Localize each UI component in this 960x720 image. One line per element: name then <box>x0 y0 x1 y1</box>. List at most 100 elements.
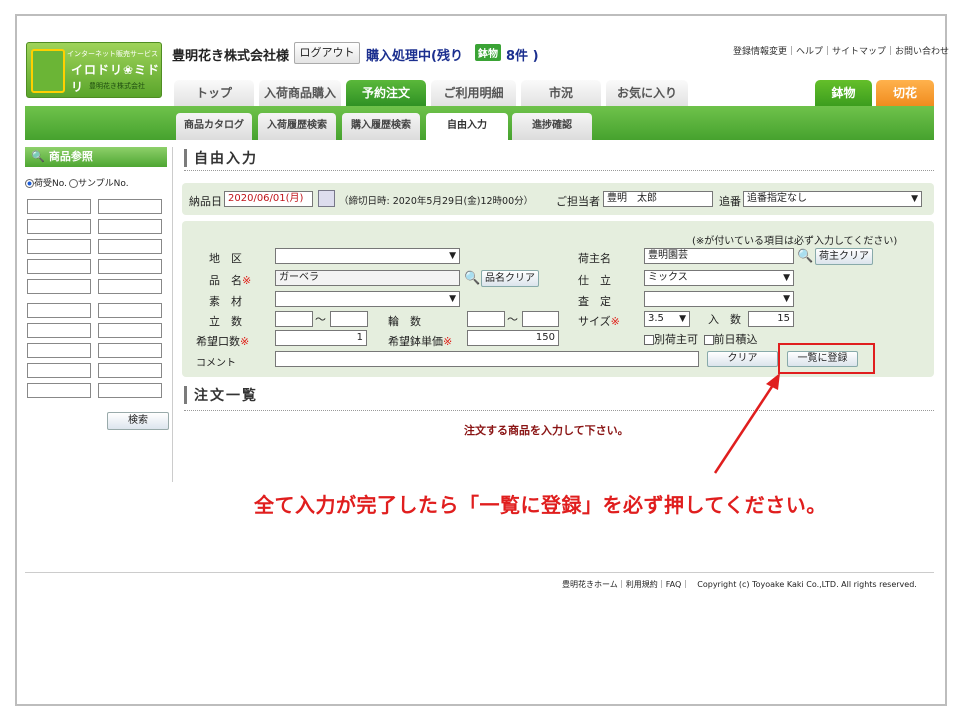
tab-cut-flowers[interactable]: 切花 <box>876 80 934 106</box>
lookup-input[interactable] <box>98 219 162 234</box>
title-divider <box>184 170 934 172</box>
desired-units-input[interactable]: 1 <box>275 330 367 346</box>
product-name-input[interactable]: ガーベラ <box>275 270 460 286</box>
cart-badge: 鉢物 <box>475 44 501 61</box>
stem-count-label: 立 数 <box>209 315 242 328</box>
staff-input[interactable]: 豊明 太郎 <box>603 191 713 207</box>
oiban-select[interactable]: 追番指定なし ▼ <box>743 191 922 207</box>
lookup-input[interactable] <box>98 199 162 214</box>
logout-button[interactable]: ログアウト <box>294 42 360 64</box>
lookup-input[interactable] <box>98 239 162 254</box>
sidebar-divider <box>172 147 173 482</box>
desired-units-label: 希望口数※ <box>196 333 249 349</box>
search-icon: 🔍 <box>31 150 45 163</box>
desired-units-text: 希望口数 <box>196 335 240 348</box>
chevron-down-icon: ▼ <box>449 251 456 261</box>
radio-sample-no[interactable] <box>68 179 78 188</box>
lookup-input[interactable] <box>27 239 91 254</box>
other-shipper-checkbox[interactable] <box>644 335 654 345</box>
lookup-input[interactable] <box>98 259 162 274</box>
material-select[interactable]: ▼ <box>275 291 460 307</box>
finish-select[interactable]: ミックス ▼ <box>644 270 794 286</box>
delivery-label: 納品日 <box>189 195 222 208</box>
bloom-count-min[interactable] <box>467 311 505 327</box>
quantity-input[interactable]: 15 <box>748 311 794 327</box>
material-label: 素 材 <box>209 295 242 308</box>
area-select[interactable]: ▼ <box>275 248 460 264</box>
shipper-input[interactable]: 豊明園芸 <box>644 248 794 264</box>
clear-button[interactable]: クリア <box>707 351 778 367</box>
product-search-icon[interactable]: 🔍 <box>464 271 480 286</box>
lookup-input[interactable] <box>98 363 162 378</box>
stem-count-max[interactable] <box>330 311 368 327</box>
lookup-input[interactable] <box>27 343 91 358</box>
radio-sample-label: サンプルNo. <box>77 179 129 189</box>
annotation-text: 全て入力が完了したら「一覧に登録」を必ず押してください。 <box>254 493 827 517</box>
lookup-input[interactable] <box>27 279 91 294</box>
delivery-date-input[interactable]: 2020/06/01(月) <box>224 191 313 207</box>
chevron-down-icon: ▼ <box>783 294 790 304</box>
product-lookup-header: 🔍 商品参照 <box>25 147 167 167</box>
radio-receipt-label: 荷受No. <box>34 179 67 189</box>
subtab-progress[interactable]: 進捗確認 <box>512 113 592 140</box>
tab-reservation[interactable]: 予約注文 <box>346 80 426 106</box>
desired-price-text: 希望鉢単価 <box>388 335 443 348</box>
tab-potted[interactable]: 鉢物 <box>815 80 872 106</box>
logo-tagline: インターネット販売サービス <box>67 50 158 58</box>
lookup-search-button[interactable]: 検索 <box>107 412 169 430</box>
lookup-input[interactable] <box>27 383 91 398</box>
size-select[interactable]: 3.5 ▼ <box>644 311 690 327</box>
cutoff-text: （締切日時: 2020年5月29日(金)12時00分） <box>339 196 534 207</box>
subtab-arrival-history[interactable]: 入荷履歴検索 <box>258 113 336 140</box>
lookup-input[interactable] <box>27 303 91 318</box>
tab-arrival[interactable]: 入荷商品購入 <box>259 80 341 106</box>
lookup-input[interactable] <box>27 363 91 378</box>
product-clear-button[interactable]: 品名クリア <box>481 270 539 287</box>
radio-receipt-no[interactable] <box>25 179 34 188</box>
product-name-text: 品 名 <box>209 274 242 287</box>
finish-value: ミックス <box>648 272 688 283</box>
comment-input[interactable] <box>275 351 699 367</box>
grade-label: 査 定 <box>578 295 611 308</box>
footer-links[interactable]: 豊明花きホーム｜利用規約｜FAQ｜ Copyright (c) Toyoake … <box>562 579 917 590</box>
shipper-clear-button[interactable]: 荷主クリア <box>815 248 873 265</box>
lookup-input[interactable] <box>27 259 91 274</box>
lookup-input[interactable] <box>27 199 91 214</box>
tab-market[interactable]: 市況 <box>521 80 601 106</box>
list-section-marker <box>184 386 187 404</box>
grade-select[interactable]: ▼ <box>644 291 794 307</box>
lookup-input[interactable] <box>98 323 162 338</box>
lookup-input[interactable] <box>98 303 162 318</box>
lookup-input[interactable] <box>98 383 162 398</box>
cart-count[interactable]: 8件 ) <box>506 45 539 64</box>
finish-label: 仕 立 <box>578 274 611 287</box>
subtab-purchase-history[interactable]: 購入履歴検索 <box>342 113 420 140</box>
subtab-free-input[interactable]: 自由入力 <box>426 113 508 140</box>
logo-flower-icon <box>31 49 65 93</box>
site-logo[interactable]: インターネット販売サービス イロドリ❀ミドリ 豊明花き株式会社 <box>26 42 162 98</box>
oiban-value: 追番指定なし <box>747 193 807 204</box>
desired-price-input[interactable]: 150 <box>467 330 559 346</box>
size-value: 3.5 <box>648 313 664 324</box>
lookup-input[interactable] <box>27 219 91 234</box>
list-divider <box>184 410 934 412</box>
stem-count-min[interactable] <box>275 311 313 327</box>
bloom-count-max[interactable] <box>522 311 559 327</box>
order-list-title: 注文一覧 <box>194 388 258 404</box>
shipper-search-icon[interactable]: 🔍 <box>797 249 813 264</box>
required-mark: ※ <box>443 335 453 348</box>
subtab-catalog[interactable]: 商品カタログ <box>176 113 252 140</box>
tab-usage[interactable]: ご利用明細 <box>431 80 516 106</box>
calendar-icon[interactable] <box>318 190 335 207</box>
lookup-input[interactable] <box>98 343 162 358</box>
highlight-box <box>778 343 875 374</box>
previous-day-checkbox[interactable] <box>703 335 714 345</box>
oiban-label: 追番 <box>719 195 741 208</box>
cart-status: 購入処理中(残り <box>366 49 463 64</box>
logo-company: 豊明花き株式会社 <box>89 82 145 90</box>
lookup-input[interactable] <box>98 279 162 294</box>
lookup-input[interactable] <box>27 323 91 338</box>
tab-favorites[interactable]: お気に入り <box>606 80 688 106</box>
top-links[interactable]: 登録情報変更｜ヘルプ｜サイトマップ｜お問い合わせ <box>733 44 949 57</box>
tab-top[interactable]: トップ <box>174 80 254 106</box>
